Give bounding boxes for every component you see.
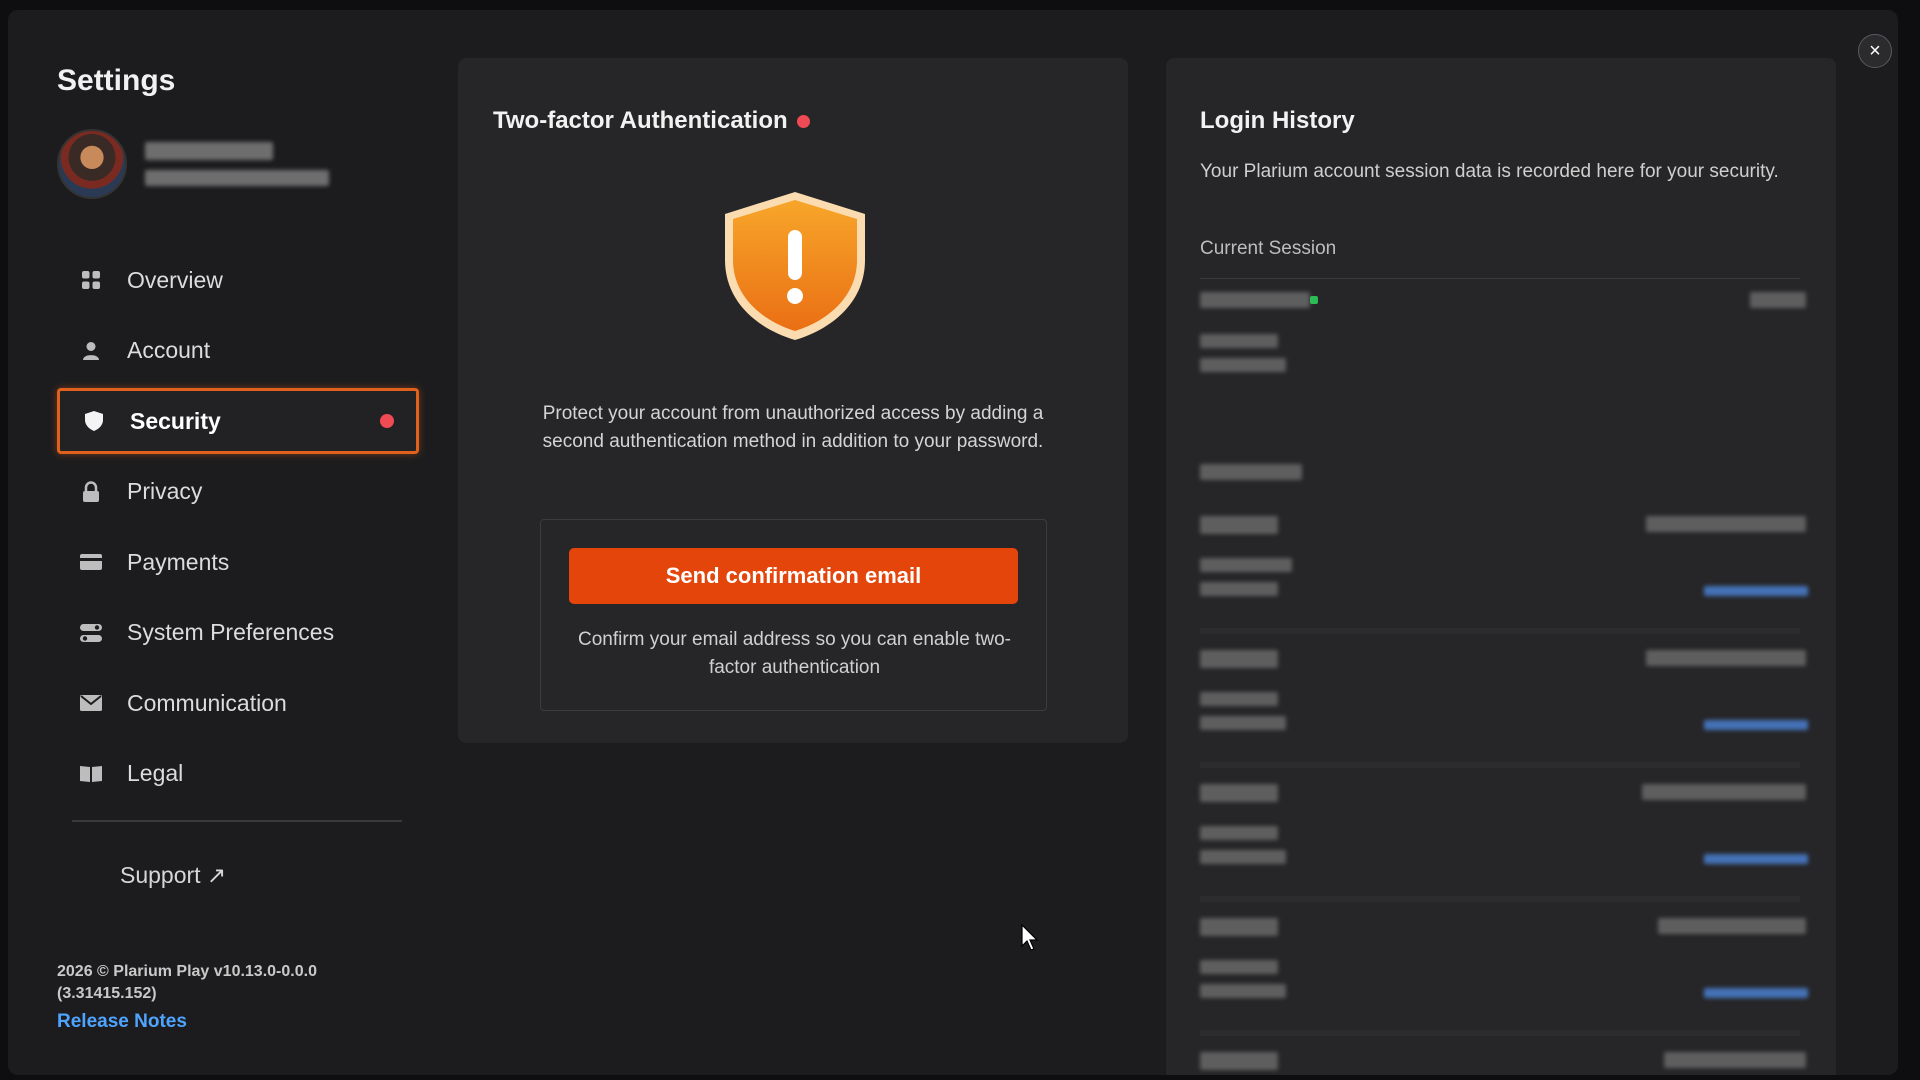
sidebar-item-label: Legal [127, 760, 184, 786]
warning-shield-icon [725, 192, 865, 340]
two-factor-description: Protect your account from unauthorized a… [542, 403, 1044, 452]
sidebar-nav: Overview Account Security Privacy Paymen… [57, 247, 419, 811]
two-factor-card: Two-factor Authentication Protect your a… [458, 58, 1128, 743]
lock-icon [79, 480, 103, 504]
row-divider [1200, 762, 1800, 768]
sidebar-item-overview[interactable]: Overview [57, 247, 419, 313]
envelope-icon [79, 691, 103, 715]
user-icon [79, 339, 103, 363]
two-factor-title-text: Two-factor Authentication [493, 107, 788, 134]
grid-icon [79, 268, 103, 292]
sidebar-item-communication[interactable]: Communication [57, 670, 419, 736]
book-icon [79, 762, 103, 786]
login-history-title: Login History [1200, 107, 1355, 134]
toggle-icon [79, 621, 103, 645]
sidebar-item-label: Overview [127, 266, 223, 293]
shield-icon [82, 409, 106, 433]
login-history-description: Your Plarium account session data is rec… [1200, 161, 1779, 182]
row-divider [1200, 1030, 1800, 1036]
login-history-card: Login History Your Plarium account sessi… [1166, 58, 1836, 1075]
alert-dot [796, 114, 810, 128]
release-notes-link[interactable]: Release Notes [57, 1011, 187, 1033]
support-link[interactable]: Support ↗ [120, 862, 226, 889]
profile [57, 129, 329, 199]
sidebar-item-label: Account [127, 337, 211, 363]
sidebar-item-label: Communication [127, 689, 287, 716]
card-icon [79, 550, 103, 574]
sidebar-item-label: System Preferences [127, 619, 335, 645]
sidebar-item-payments[interactable]: Payments [57, 529, 419, 595]
row-divider [1200, 628, 1800, 634]
confirm-email-box: Send confirmation email Confirm your ema… [540, 519, 1047, 711]
mouse-cursor-icon [1021, 924, 1039, 951]
confirm-email-note: Confirm your email address so you can en… [578, 629, 1011, 678]
sidebar-item-account[interactable]: Account [57, 318, 419, 384]
sidebar-item-label: Security [130, 407, 221, 434]
settings-modal: × Settings Overview Account Security Pri… [8, 10, 1898, 1075]
alert-dot [380, 414, 394, 428]
profile-info-redacted [145, 142, 329, 186]
session-section-label-redacted [1200, 464, 1302, 480]
sidebar-item-system-preferences[interactable]: System Preferences [57, 600, 419, 666]
version-text: 2026 © Plarium Play v10.13.0-0.0.0 (3.31… [57, 963, 317, 1002]
sidebar-item-legal[interactable]: Legal [57, 741, 419, 807]
sidebar-item-privacy[interactable]: Privacy [57, 459, 419, 525]
sidebar: Settings Overview Account Security Priva… [8, 10, 448, 1075]
avatar [57, 129, 127, 199]
row-divider [1200, 896, 1800, 902]
section-divider [1200, 278, 1800, 279]
close-icon: × [1869, 40, 1881, 62]
page-title: Settings [57, 64, 176, 97]
sidebar-item-security[interactable]: Security [57, 388, 419, 454]
two-factor-title: Two-factor Authentication [493, 107, 810, 135]
send-confirmation-email-button[interactable]: Send confirmation email [569, 548, 1018, 604]
sidebar-item-label: Payments [127, 548, 230, 575]
nav-divider [72, 820, 402, 822]
close-button[interactable]: × [1858, 34, 1892, 68]
current-session-label: Current Session [1200, 238, 1337, 259]
sidebar-item-label: Privacy [127, 478, 203, 504]
